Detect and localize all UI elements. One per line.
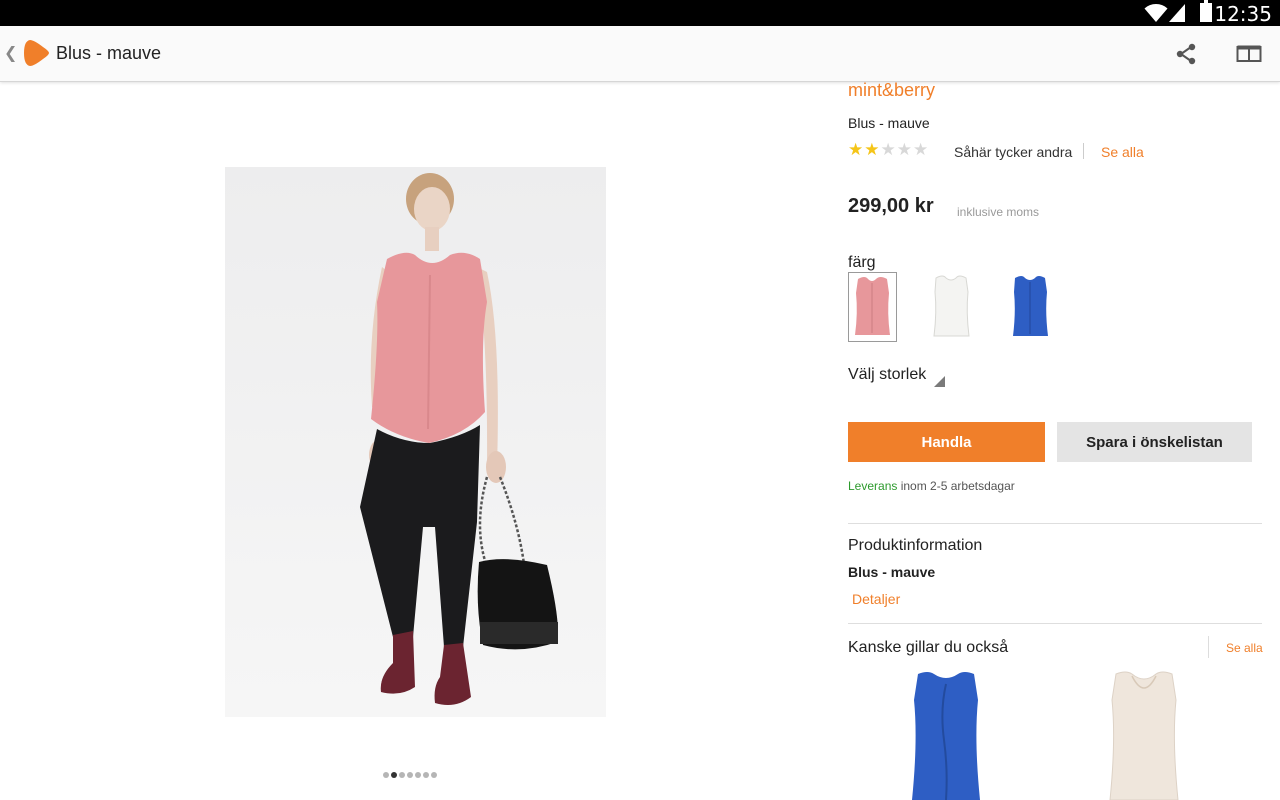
wishlist-icon[interactable]	[1236, 43, 1262, 65]
product-name: Blus - mauve	[848, 115, 930, 131]
color-swatch-pink[interactable]	[848, 272, 897, 342]
zalando-logo[interactable]	[21, 38, 51, 68]
divider	[848, 523, 1262, 524]
delivery-text: inom 2-5 arbetsdagar	[897, 479, 1015, 493]
recommendations-title: Kanske gillar du också	[848, 639, 1009, 656]
pager-dot[interactable]	[407, 772, 413, 778]
pager-dot[interactable]	[383, 772, 389, 778]
product-info-title: Produktinformation	[848, 537, 983, 554]
recommendation-item-blue[interactable]	[906, 670, 986, 800]
share-icon[interactable]	[1174, 42, 1198, 66]
see-all-recommendations-link[interactable]: Se alla	[1226, 641, 1263, 655]
divider	[1083, 143, 1084, 159]
vat-note: inklusive moms	[957, 205, 1040, 219]
pager-dot-active[interactable]	[391, 772, 397, 778]
brand-link[interactable]: mint&berry	[848, 80, 935, 101]
star-filled-icon: ★	[848, 140, 865, 159]
star-empty-icon: ★	[913, 140, 930, 159]
see-all-reviews-link[interactable]: Se alla	[1101, 144, 1144, 160]
model-photo	[225, 167, 606, 717]
divider	[1208, 636, 1209, 658]
star-empty-icon: ★	[896, 140, 913, 159]
delivery-highlight: Leverans	[848, 479, 898, 493]
wifi-icon	[1144, 4, 1168, 22]
battery-icon	[1200, 0, 1212, 22]
details-link[interactable]: Detaljer	[852, 591, 900, 607]
pager-dot[interactable]	[431, 772, 437, 778]
reviews-label: Såhär tycker andra	[954, 144, 1073, 160]
dropdown-arrow-icon[interactable]	[934, 376, 945, 387]
save-to-wishlist-button[interactable]: Spara i önskelistan	[1057, 422, 1252, 462]
signal-icon	[1169, 4, 1185, 22]
color-swatch-white[interactable]	[927, 272, 976, 342]
pager-dot[interactable]	[423, 772, 429, 778]
size-selector[interactable]: Välj storlek	[848, 366, 926, 384]
rating-stars[interactable]: ★★★★★	[848, 141, 929, 159]
clock: 12:35	[1214, 2, 1272, 26]
price: 299,00 kr	[848, 195, 934, 217]
divider	[848, 623, 1262, 624]
back-icon[interactable]: ❮	[4, 43, 17, 63]
pager-dot[interactable]	[415, 772, 421, 778]
image-pager[interactable]	[383, 772, 437, 778]
page-title: Blus - mauve	[56, 43, 162, 63]
delivery-info: Leverans inom 2-5 arbetsdagar	[848, 479, 1015, 493]
buy-button[interactable]: Handla	[848, 422, 1045, 462]
recommendation-item-cream[interactable]	[1104, 670, 1184, 800]
product-info-name: Blus - mauve	[848, 564, 936, 580]
star-empty-icon: ★	[880, 140, 897, 159]
color-swatch-blue[interactable]	[1006, 272, 1055, 342]
status-bar: 12:35	[0, 0, 1280, 26]
action-bar: ❮ Blus - mauve	[0, 26, 1280, 82]
product-image[interactable]	[225, 167, 606, 717]
color-label: färg	[848, 254, 876, 271]
pager-dot[interactable]	[399, 772, 405, 778]
star-filled-icon: ★	[864, 140, 881, 159]
